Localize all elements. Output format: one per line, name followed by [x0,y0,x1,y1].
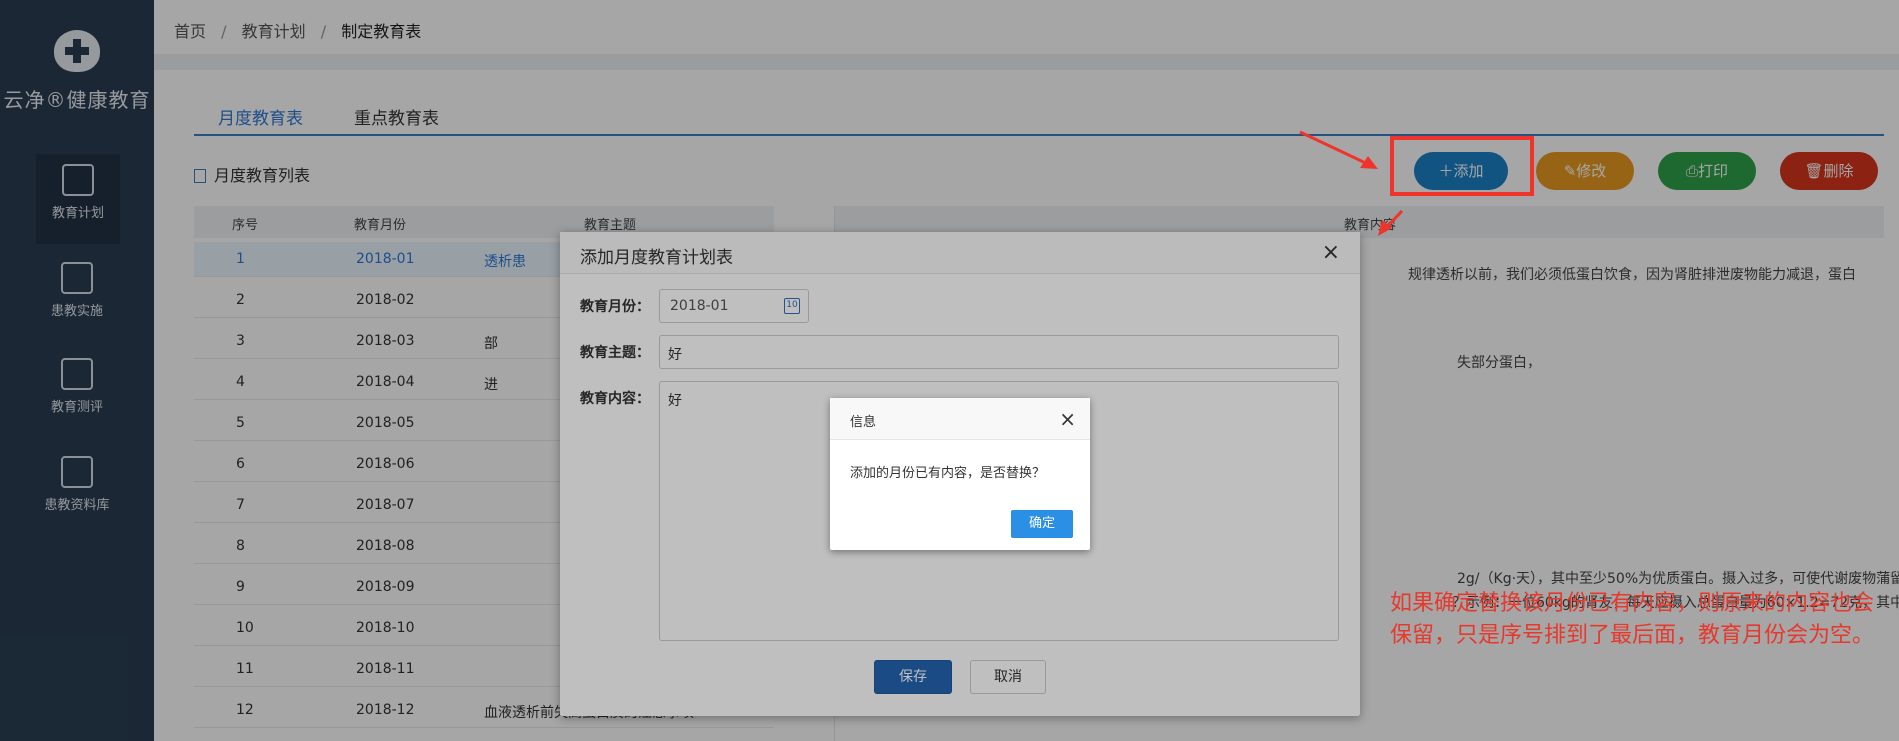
annotation-text: 如果确定替换该月份已有内容，则原来的内容也会保留，只是序号排到了最后面，教育月份… [1390,591,1875,648]
arrow-line [1299,130,1373,168]
